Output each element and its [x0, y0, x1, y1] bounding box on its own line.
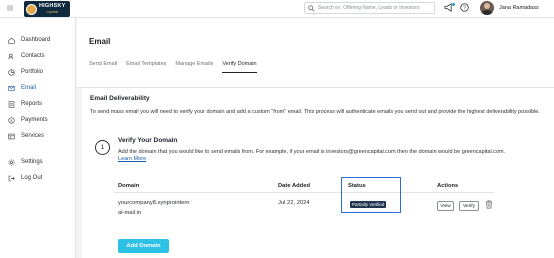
help-icon[interactable]: ?	[460, 3, 469, 12]
sidebar-item-label: Services	[21, 133, 45, 139]
sidebar-item-settings[interactable]: Settings	[0, 156, 76, 168]
reports-icon	[8, 100, 15, 108]
tab-send-email[interactable]: Send Email	[89, 61, 117, 73]
gear-icon	[8, 159, 15, 165]
sidebar: Dashboard Contacts Portfolio Email Repor…	[0, 18, 76, 258]
tab-verify-domain[interactable]: Verify Domain	[222, 61, 257, 73]
step-description-text: Add the domain that you would like to se…	[118, 149, 506, 155]
svg-text:?: ?	[463, 6, 466, 12]
notification-dot	[452, 3, 455, 6]
tab-manage-emails[interactable]: Manage Emails	[175, 61, 213, 73]
status-badge: Partially Verified	[350, 201, 387, 208]
logout-icon	[8, 175, 15, 181]
search-bar	[304, 2, 435, 14]
column-header-actions: Actions	[437, 183, 459, 189]
step-title: Verify Your Domain	[118, 137, 178, 144]
sidebar-item-dashboard[interactable]: Dashboard	[0, 34, 76, 46]
search-icon	[308, 4, 315, 11]
sidebar-item-label: Settings	[21, 159, 43, 165]
sidebar-item-portfolio[interactable]: Portfolio	[0, 66, 76, 78]
trash-icon[interactable]	[485, 200, 493, 209]
user-name[interactable]: Jana Ramadass	[499, 5, 539, 11]
deliverability-card: Email Deliverability To send mass email …	[82, 88, 554, 258]
learn-more-link[interactable]: Learn More	[118, 156, 146, 162]
section-title: Email Deliverability	[90, 95, 150, 102]
sidebar-item-label: Contacts	[21, 53, 45, 59]
domain-line-1: yourcompany8.synprointern	[118, 200, 190, 206]
page-title: Email	[89, 37, 111, 46]
step-description: Add the domain that you would like to se…	[118, 149, 548, 163]
sidebar-item-services[interactable]: Services	[0, 130, 76, 142]
section-description: To send mass email you will need to veri…	[90, 109, 540, 115]
column-header-date: Date Added	[278, 183, 310, 189]
column-header-domain: Domain	[118, 183, 140, 189]
sidebar-item-contacts[interactable]: Contacts	[0, 50, 76, 62]
sidebar-item-label: Reports	[21, 101, 43, 107]
step-number: 1	[95, 140, 110, 155]
add-domain-button[interactable]: Add Domain	[118, 239, 169, 253]
email-tabs: Send Email Email Templates Manage Emails…	[89, 61, 266, 73]
sidebar-item-label: Email	[21, 85, 37, 91]
table-divider	[114, 192, 494, 193]
tab-email-templates[interactable]: Email Templates	[126, 61, 166, 73]
svg-text:$: $	[10, 118, 13, 122]
sidebar-item-logout[interactable]: Log Out	[0, 172, 76, 184]
sidebar-item-label: Payments	[21, 117, 48, 123]
sidebar-item-label: Portfolio	[21, 69, 44, 75]
sidebar-item-email[interactable]: Email	[0, 82, 76, 94]
sidebar-item-payments[interactable]: $ Payments	[0, 114, 76, 126]
logo-emblem-icon	[26, 3, 37, 15]
payments-icon: $	[8, 116, 15, 124]
avatar[interactable]	[480, 1, 494, 15]
brand-logo[interactable]: HIGHSKY capital	[24, 1, 70, 17]
brand-tagline: capital	[46, 9, 59, 14]
verify-button[interactable]: Verify	[459, 201, 479, 211]
email-icon	[8, 85, 15, 91]
sidebar-item-label: Log Out	[21, 175, 43, 181]
table-cell-domain: yourcompany8.synprointern al-mail.in	[118, 198, 190, 218]
top-bar: HIGHSKY capital ? Jana Ramadass	[0, 0, 554, 18]
contacts-icon	[8, 53, 14, 59]
domain-line-2: al-mail.in	[118, 210, 142, 216]
search-input[interactable]	[317, 5, 434, 11]
sidebar-item-reports[interactable]: Reports	[0, 98, 76, 110]
sidebar-item-label: Dashboard	[21, 37, 51, 43]
hamburger-menu-icon[interactable]	[6, 4, 14, 12]
home-icon	[8, 37, 15, 44]
table-cell-date: Jul 22, 2024	[278, 200, 310, 206]
services-icon	[8, 133, 15, 139]
email-header: Email Send Email Email Templates Manage …	[77, 18, 554, 88]
portfolio-icon	[8, 68, 15, 76]
view-button[interactable]: View	[437, 201, 454, 211]
